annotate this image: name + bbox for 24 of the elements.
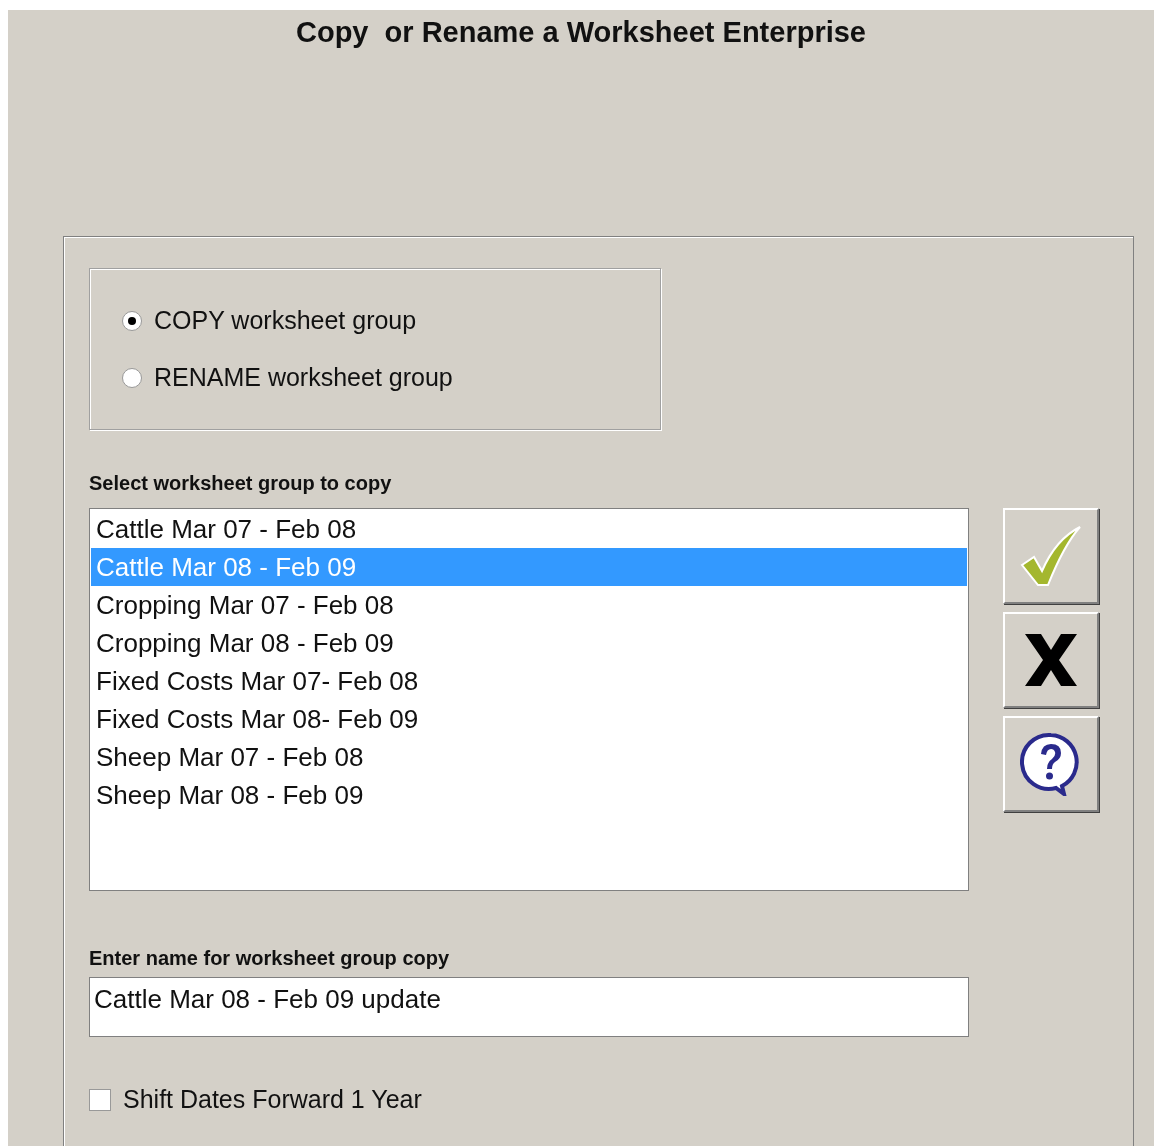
radio-button[interactable] — [122, 367, 142, 388]
help-icon — [1020, 732, 1082, 796]
list-item[interactable]: Fixed Costs Mar 08- Feb 09 — [91, 700, 967, 738]
checkmark-icon — [1018, 523, 1084, 589]
list-label: Select worksheet group to copy — [89, 472, 393, 496]
list-item[interactable]: Sheep Mar 07 - Feb 08 — [91, 738, 967, 776]
worksheet-group-list[interactable]: Cattle Mar 07 - Feb 08 Cattle Mar 08 - Feb 09 Cropping Mar 07 - Feb 08 Cropping Mar 08 - Feb 09 Fixed Costs Mar 07- Feb 08 Fixed Costs Mar 08- Feb 09 Sheep Mar 07 - Feb 08 Sheep Mar 08 - Feb 09 — [89, 508, 969, 891]
cancel-button[interactable] — [1003, 612, 1099, 708]
radio-label[interactable]: RENAME worksheet group — [154, 363, 453, 392]
list-item[interactable]: Cropping Mar 08 - Feb 09 — [91, 624, 967, 662]
list-item[interactable]: Sheep Mar 08 - Feb 09 — [91, 776, 967, 814]
checkbox[interactable] — [89, 1088, 111, 1111]
window-title: Copy or Rename a Worksheet Enterprise — [296, 15, 866, 50]
list-item[interactable]: Cattle Mar 07 - Feb 08 — [91, 510, 967, 548]
help-button[interactable] — [1003, 716, 1099, 812]
x-icon — [1023, 632, 1079, 688]
name-field-label: Enter name for worksheet group copy — [89, 947, 451, 971]
radio-label[interactable]: COPY worksheet group — [154, 306, 417, 335]
list-item[interactable]: Cropping Mar 07 - Feb 08 — [91, 586, 967, 624]
name-input-field[interactable]: Cattle Mar 08 - Feb 09 update — [89, 977, 969, 1037]
checkbox-label[interactable]: Shift Dates Forward 1 Year — [123, 1085, 422, 1114]
list-item[interactable]: Fixed Costs Mar 07- Feb 08 — [91, 662, 967, 700]
radio-button[interactable] — [122, 310, 142, 331]
ok-button[interactable] — [1003, 508, 1099, 604]
